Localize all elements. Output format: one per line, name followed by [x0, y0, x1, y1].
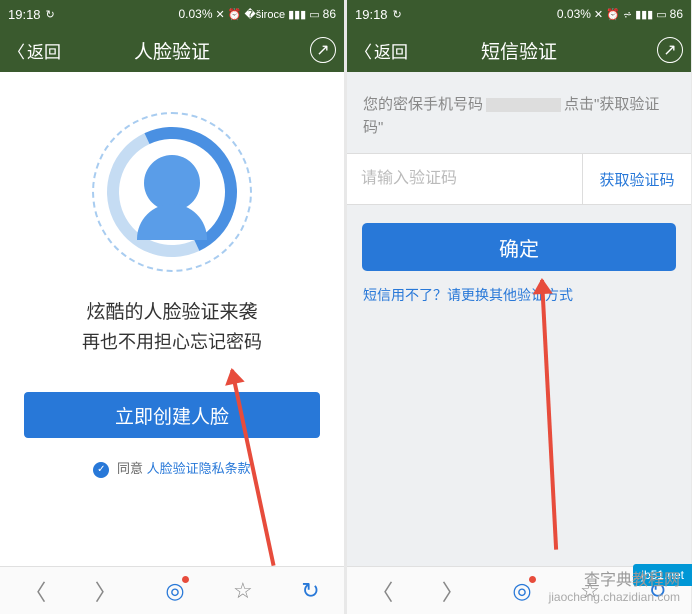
share-icon: ↗ [316, 40, 329, 60]
refresh-icon: ↻ [393, 8, 402, 21]
mute-icon: ✕ [594, 8, 603, 21]
battery-level: 86 [670, 7, 683, 21]
verification-code-input[interactable] [347, 154, 582, 204]
chevron-left-icon: 〈 [355, 38, 372, 63]
content-area: 炫酷的人脸验证来袭 再也不用担心忘记密码 立即创建人脸 ✓ 同意 人脸验证隐私条… [0, 72, 344, 566]
get-code-button[interactable]: 获取验证码 [582, 154, 691, 204]
alternate-verify-link[interactable]: 短信用不了？请更换其他验证方式 [347, 271, 691, 319]
battery-level: 86 [323, 7, 336, 21]
nav-star-icon[interactable]: ☆ [225, 574, 261, 608]
status-time: 19:18 [355, 7, 388, 22]
nav-refresh-icon[interactable]: ↻ [293, 574, 327, 608]
wifi-icon: ⩫ [623, 8, 632, 21]
watermark: 查字典教程网 jiaocheng.chazidian.com [549, 566, 680, 604]
share-icon: ↗ [663, 40, 676, 60]
agree-prefix: 同意 [117, 461, 143, 476]
status-percent: 0.03% [178, 7, 212, 21]
nav-compass-icon[interactable]: ◎ [157, 574, 192, 608]
page-title: 短信验证 [481, 37, 557, 64]
alarm-icon: ⏰ [606, 8, 620, 21]
chevron-left-icon: 〈 [8, 38, 25, 63]
refresh-icon: ↻ [46, 8, 55, 21]
back-button[interactable]: 〈 返回 [8, 38, 61, 63]
status-time: 19:18 [8, 7, 41, 22]
status-bar: 19:18 ↻ 0.03% ✕ ⏰ ⩫ ▮▮▮ ▭ 86 [347, 0, 691, 28]
share-button[interactable]: ↗ [657, 37, 683, 63]
face-graphic [92, 112, 252, 272]
signal-icon: ▮▮▮ [288, 8, 306, 21]
battery-icon: ▭ [656, 8, 666, 21]
confirm-button[interactable]: 确定 [362, 223, 676, 271]
privacy-terms-link[interactable]: 人脸验证隐私条款 [147, 461, 251, 476]
mute-icon: ✕ [216, 8, 225, 21]
bottom-nav: 〈 〉 ◎ ☆ ↻ [0, 566, 344, 614]
masked-phone [486, 98, 561, 112]
status-bar: 19:18 ↻ 0.03% ✕ ⏰ �široce ▮▮▮ ▭ 86 [0, 0, 344, 28]
nav-back-icon[interactable]: 〈 [16, 571, 54, 611]
hint-text: 您的密保手机号码点击"获取验证码" [347, 72, 691, 153]
subhead: 再也不用担心忘记密码 [0, 328, 344, 354]
nav-bar: 〈 返回 短信验证 ↗ [347, 28, 691, 72]
nav-back-icon[interactable]: 〈 [363, 571, 401, 611]
code-input-row: 获取验证码 [347, 153, 691, 205]
create-face-button[interactable]: 立即创建人脸 [24, 392, 320, 438]
nav-compass-icon[interactable]: ◎ [504, 574, 539, 608]
alarm-icon: ⏰ [228, 8, 242, 21]
battery-icon: ▭ [309, 8, 319, 21]
headline: 炫酷的人脸验证来袭 [0, 297, 344, 324]
phone-right: 19:18 ↻ 0.03% ✕ ⏰ ⩫ ▮▮▮ ▭ 86 〈 返回 短信验证 ↗ [347, 0, 691, 614]
phone-left: 19:18 ↻ 0.03% ✕ ⏰ �široce ▮▮▮ ▭ 86 〈 返回 … [0, 0, 344, 614]
agree-row: ✓ 同意 人脸验证隐私条款 [0, 458, 344, 478]
status-percent: 0.03% [557, 7, 591, 21]
wifi-icon: �široce [244, 8, 285, 21]
content-area: 您的密保手机号码点击"获取验证码" 获取验证码 确定 短信用不了？请更换其他验证… [347, 72, 691, 566]
nav-forward-icon[interactable]: 〉 [87, 571, 125, 611]
share-button[interactable]: ↗ [310, 37, 336, 63]
nav-forward-icon[interactable]: 〉 [434, 571, 472, 611]
page-title: 人脸验证 [134, 37, 210, 64]
nav-bar: 〈 返回 人脸验证 ↗ [0, 28, 344, 72]
back-button[interactable]: 〈 返回 [355, 38, 408, 63]
checkbox-checked-icon[interactable]: ✓ [93, 462, 109, 478]
signal-icon: ▮▮▮ [635, 8, 653, 21]
